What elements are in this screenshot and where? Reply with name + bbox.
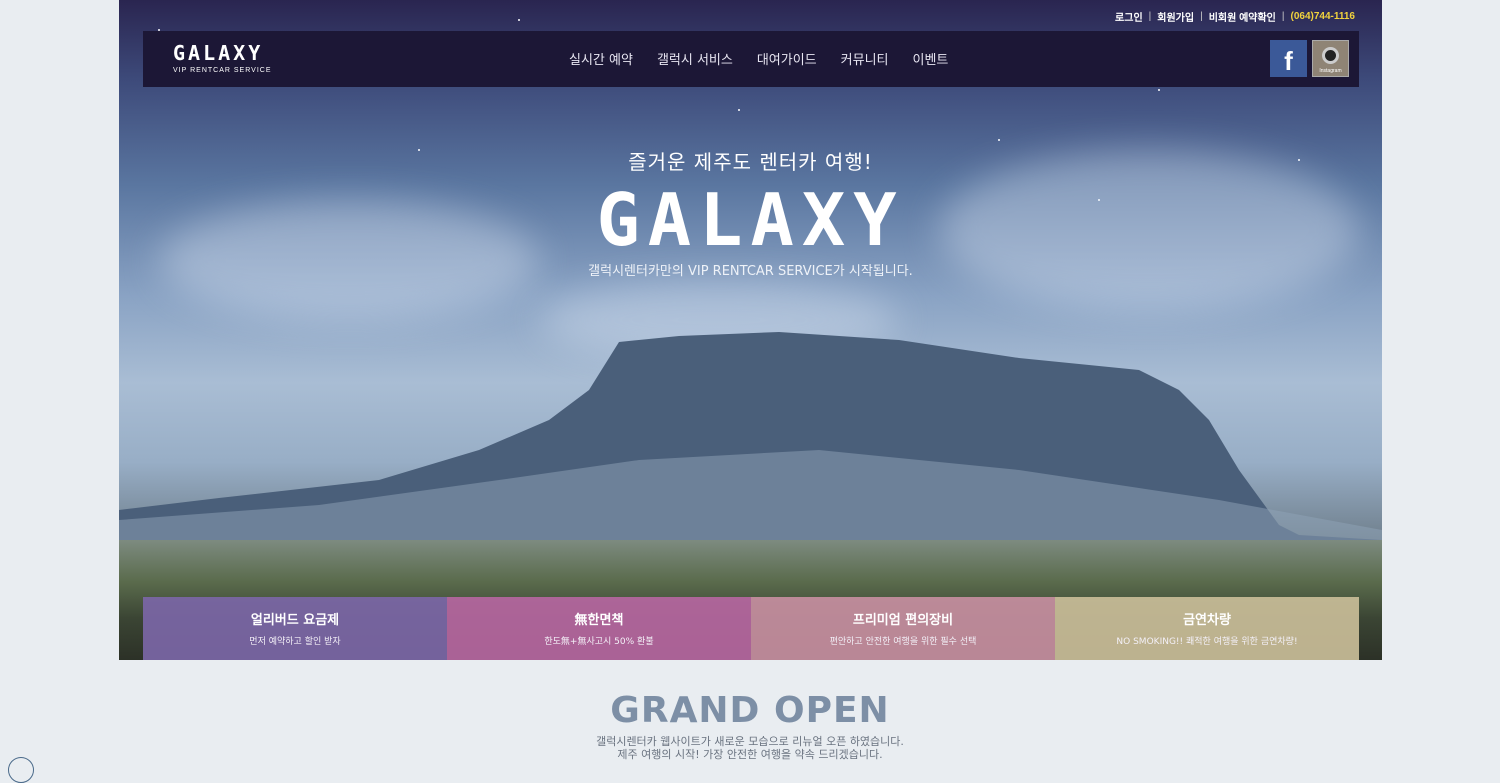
camera-lens-icon xyxy=(1322,47,1339,64)
grand-open-line-2: 제주 여행의 시작! 가장 안전한 여행을 약속 드리겠습니다. xyxy=(617,748,883,761)
menu-rental-guide[interactable]: 대여가이드 xyxy=(757,49,817,68)
logo-text: GALAXY xyxy=(173,41,264,65)
hero-tagline: 즐거운 제주도 렌터카 여행! xyxy=(628,150,873,174)
instagram-label: Instagram xyxy=(1319,68,1342,74)
menu-realtime-reservation[interactable]: 실시간 예약 xyxy=(569,49,633,68)
feature-desc: 편안하고 안전한 여행을 위한 필수 선택 xyxy=(829,637,977,647)
top-utility-bar: 로그인 | 회원가입 | 비회원 예약확인 | (064)744-1116 xyxy=(1115,9,1355,24)
logo-subtitle: VIP RENTCAR SERVICE xyxy=(173,67,272,74)
menu-galaxy-service[interactable]: 갤럭시 서비스 xyxy=(657,49,733,68)
menu-community[interactable]: 커뮤니티 xyxy=(841,49,889,68)
instagram-icon[interactable]: Instagram xyxy=(1312,40,1349,77)
feature-unlimited-insurance[interactable]: 無한면책 한도無+無사고시 50% 환불 xyxy=(447,597,751,660)
separator: | xyxy=(1281,11,1285,22)
feature-desc: 한도無+無사고시 50% 환불 xyxy=(544,637,654,647)
signup-link[interactable]: 회원가입 xyxy=(1157,9,1194,24)
hero-background xyxy=(119,0,1382,660)
separator: | xyxy=(1148,11,1152,22)
feature-title: 프리미엄 편의장비 xyxy=(852,613,954,628)
hero-subline: 갤럭시렌터카만의 VIP RENTCAR SERVICE가 시작됩니다. xyxy=(588,264,913,279)
feature-non-smoking[interactable]: 금연차량 NO SMOKING!! 쾌적한 여행을 위한 금연차량! xyxy=(1055,597,1359,660)
login-link[interactable]: 로그인 xyxy=(1115,9,1143,24)
separator: | xyxy=(1200,11,1203,22)
feature-title: 無한면책 xyxy=(574,613,624,628)
mountain-silhouette xyxy=(119,332,1382,570)
phone-number: (064)744-1116 xyxy=(1290,11,1355,22)
feature-title: 금연차량 xyxy=(1183,613,1231,628)
feature-title: 얼리버드 요금제 xyxy=(250,613,340,628)
main-navbar: GALAXY VIP RENTCAR SERVICE 실시간 예약 갤럭시 서비… xyxy=(143,31,1359,87)
feature-early-bird[interactable]: 얼리버드 요금제 먼저 예약하고 할인 받자 xyxy=(143,597,447,660)
facebook-icon[interactable]: f xyxy=(1270,40,1307,77)
grand-open-title: GRAND OPEN xyxy=(610,690,890,731)
feature-desc: NO SMOKING!! 쾌적한 여행을 위한 금연차량! xyxy=(1116,637,1298,647)
menu-event[interactable]: 이벤트 xyxy=(913,49,949,68)
feature-premium-equipment[interactable]: 프리미엄 편의장비 편안하고 안전한 여행을 위한 필수 선택 xyxy=(751,597,1055,660)
feature-desc: 먼저 예약하고 할인 받자 xyxy=(249,637,341,647)
hero-title: GALAXY xyxy=(596,178,905,262)
guest-reservation-link[interactable]: 비회원 예약확인 xyxy=(1209,9,1276,24)
main-menu: 실시간 예약 갤럭시 서비스 대여가이드 커뮤니티 이벤트 xyxy=(569,49,948,68)
logo[interactable]: GALAXY VIP RENTCAR SERVICE xyxy=(173,41,272,74)
